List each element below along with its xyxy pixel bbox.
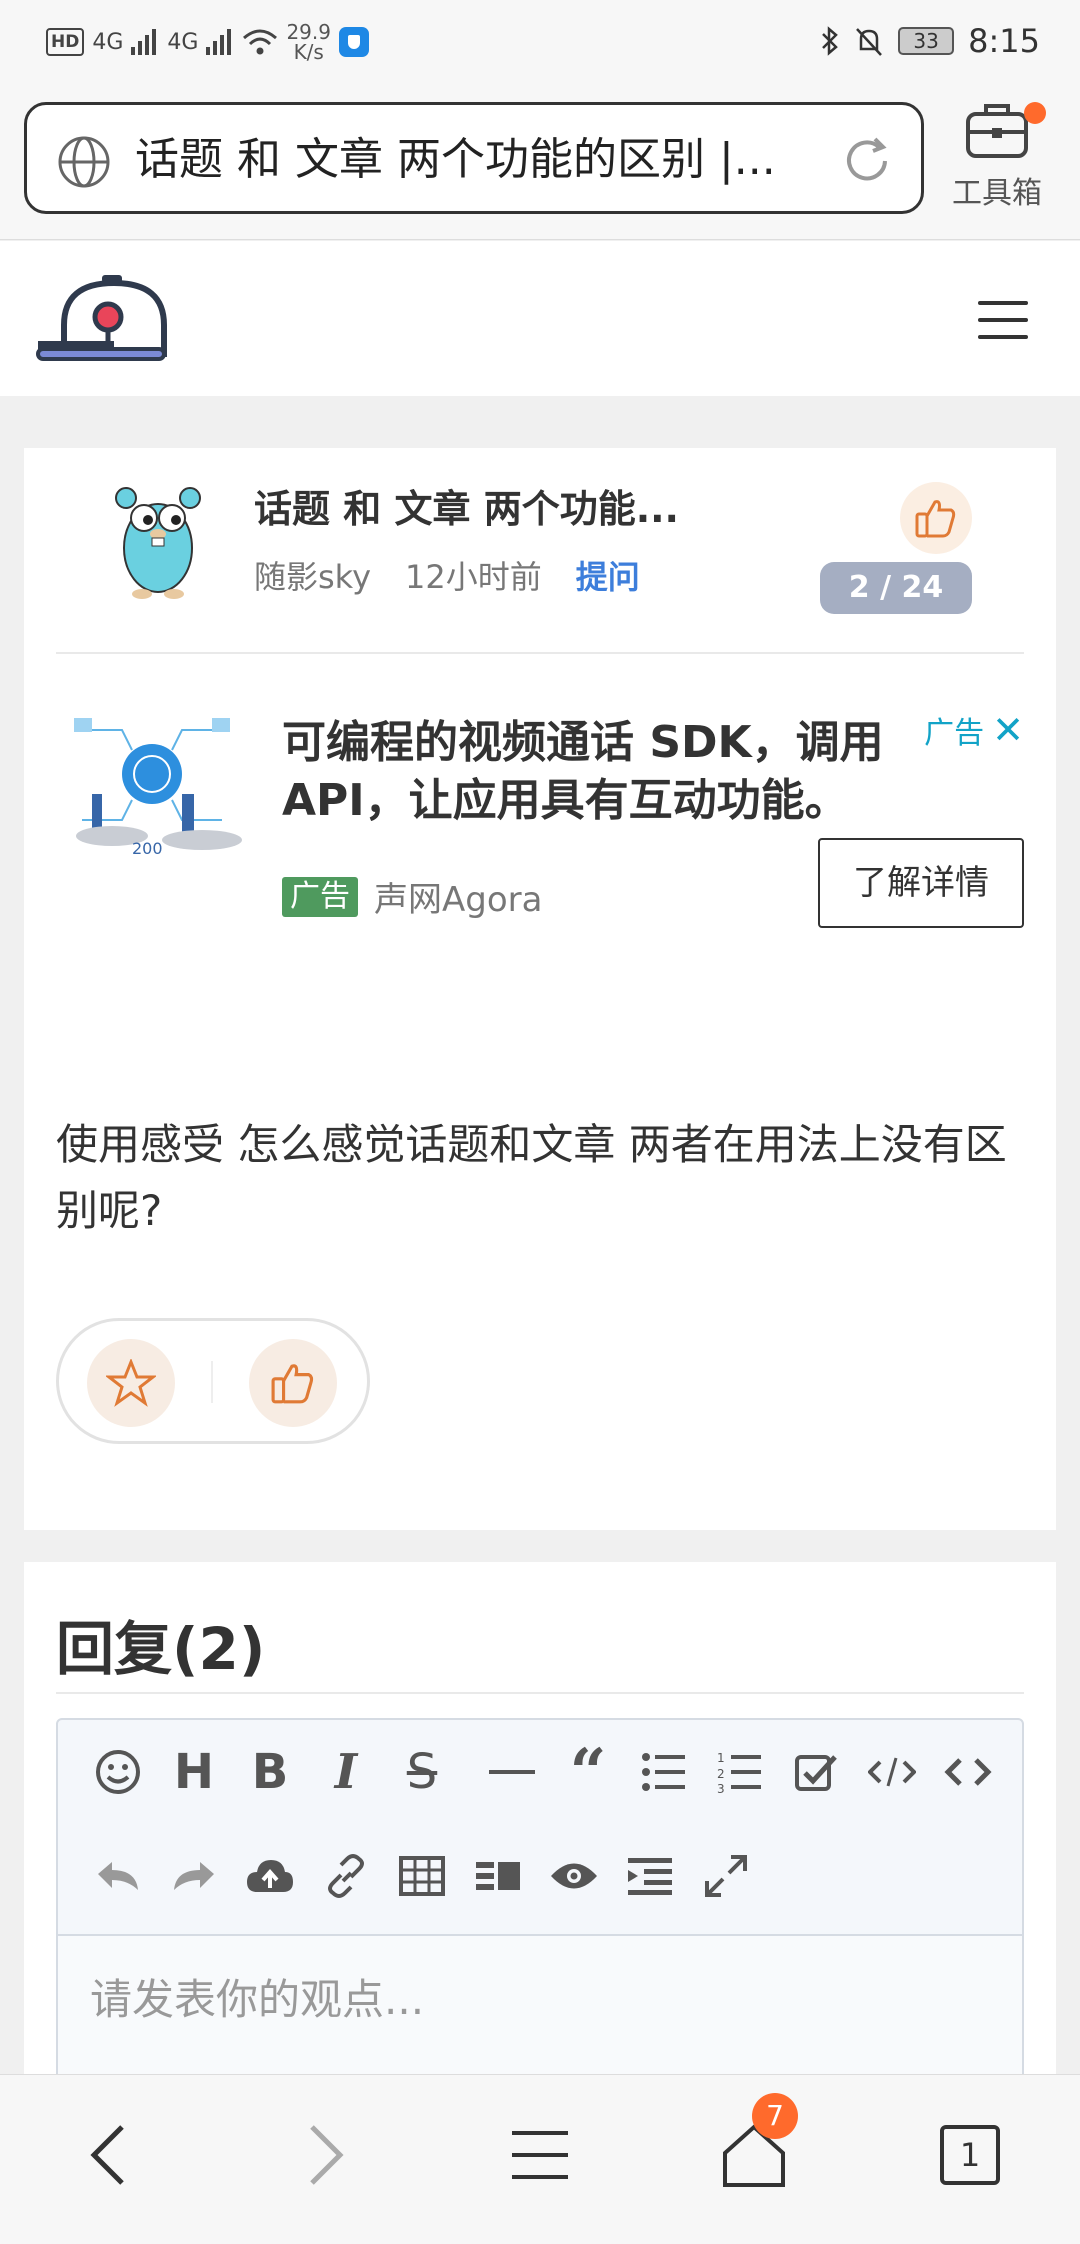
editor-toolbar-row-2: [58, 1824, 1022, 1928]
forward-button[interactable]: [286, 2115, 366, 2195]
inline-code-icon[interactable]: [854, 1734, 930, 1810]
chevron-right-icon: [310, 2125, 344, 2185]
toolbox-label: 工具箱: [952, 176, 1042, 211]
network-speed-unit: K/s: [293, 40, 324, 64]
like-topic-button[interactable]: [249, 1339, 337, 1427]
bold-icon[interactable]: B: [232, 1734, 308, 1810]
upload-icon[interactable]: [232, 1838, 308, 1914]
mute-bell-icon: [856, 28, 883, 56]
menu-button[interactable]: [500, 2115, 580, 2195]
action-separator: [211, 1361, 213, 1403]
notification-dot: [1024, 102, 1046, 124]
status-left: HD 4G 4G 29.9 K/s: [46, 22, 369, 62]
ad-corner: 广告 ✕: [924, 708, 1024, 752]
fullscreen-icon[interactable]: [688, 1838, 764, 1914]
site-logo[interactable]: [34, 275, 190, 365]
quote-icon[interactable]: “: [550, 1734, 626, 1810]
italic-icon[interactable]: I: [308, 1734, 384, 1810]
post-time: 12小时前: [405, 558, 542, 596]
author-name[interactable]: 随影sky: [254, 552, 371, 598]
home-button[interactable]: 7: [714, 2093, 798, 2195]
ad-advertiser: 声网Agora: [374, 880, 543, 920]
bullet-list-icon[interactable]: [626, 1734, 702, 1810]
strikethrough-icon[interactable]: S: [384, 1734, 460, 1810]
hd-indicator: HD: [46, 28, 85, 56]
undo-icon[interactable]: [80, 1838, 156, 1914]
svg-text:3: 3: [717, 1782, 725, 1794]
network-speed: 29.9 K/s: [286, 22, 331, 62]
ordered-list-icon[interactable]: 1 23: [702, 1734, 778, 1810]
reply-divider: [56, 1692, 1024, 1694]
ad-image[interactable]: 200: [72, 710, 262, 860]
category-tag[interactable]: 提问: [576, 552, 640, 598]
learn-more-button[interactable]: 了解详情: [818, 838, 1024, 928]
favorite-button[interactable]: [87, 1339, 175, 1427]
browser-bottom-nav: 7 1: [0, 2074, 1080, 2244]
ad-label: 广告: [282, 876, 358, 917]
close-icon[interactable]: ✕: [992, 708, 1024, 752]
svg-text:2: 2: [717, 1767, 725, 1781]
svg-text:1: 1: [717, 1751, 725, 1765]
wifi-icon: [243, 29, 278, 55]
topic-title[interactable]: 话题 和 文章 两个功能...: [254, 478, 679, 533]
avatar[interactable]: [106, 478, 210, 602]
status-right: 33 8:15: [820, 22, 1040, 60]
network-indicator-2: 4G: [167, 29, 199, 55]
bluetooth-icon: [822, 26, 838, 56]
topic-meta: 随影sky 12小时前 提问: [254, 552, 640, 598]
menu-lines-icon: [512, 2131, 568, 2179]
clock: 8:15: [968, 22, 1040, 60]
globe-icon: [58, 136, 110, 188]
security-shield-icon: [338, 27, 369, 57]
back-button[interactable]: [68, 2115, 148, 2195]
star-icon: [106, 1359, 156, 1407]
signal-icon: [131, 29, 157, 55]
like-button[interactable]: [900, 482, 972, 554]
toolbox-icon: [966, 104, 1028, 158]
svg-text:200: 200: [132, 839, 163, 858]
signal-icon: [206, 29, 232, 55]
browser-address-bar: 话题 和 文章 两个功能的区别 |... 工具箱: [0, 86, 1080, 240]
ad-banner[interactable]: 200 可编程的视频通话 SDK，调用API，让应用具有互动功能。 广告 ✕ 广…: [56, 680, 1024, 930]
checklist-icon[interactable]: [778, 1734, 854, 1810]
reload-icon[interactable]: [839, 133, 895, 189]
network-indicator-1: 4G: [92, 29, 124, 55]
split-view-icon[interactable]: [460, 1838, 536, 1914]
redo-icon[interactable]: [156, 1838, 232, 1914]
chevron-left-icon: [90, 2125, 124, 2185]
thumbs-up-icon: [271, 1364, 314, 1404]
home-badge: 7: [752, 2093, 798, 2139]
link-icon[interactable]: [308, 1838, 384, 1914]
battery-indicator: 33: [898, 27, 955, 55]
topic-body: 使用感受 怎么感觉话题和文章 两者在用法上没有区别呢?: [56, 1120, 1007, 1235]
horizontal-rule-icon[interactable]: [474, 1734, 550, 1810]
table-icon[interactable]: [384, 1838, 460, 1914]
ad-corner-label: 广告: [924, 716, 985, 751]
ad-title[interactable]: 可编程的视频通话 SDK，调用API，让应用具有互动功能。: [282, 714, 942, 830]
thumbs-up-icon: [915, 500, 956, 538]
emoji-icon[interactable]: [80, 1734, 156, 1810]
menu-icon[interactable]: [978, 301, 1028, 352]
tabs-count: 1: [959, 2136, 981, 2174]
ad-footer: 广告 声网Agora: [282, 872, 542, 921]
outline-icon[interactable]: [612, 1838, 688, 1914]
reply-heading: 回复(2): [56, 1615, 266, 1683]
url-field[interactable]: 话题 和 文章 两个功能的区别 |...: [24, 102, 924, 214]
code-block-icon[interactable]: [930, 1734, 1006, 1810]
url-title: 话题 和 文章 两个功能的区别 |...: [135, 135, 776, 185]
tabs-button[interactable]: 1: [930, 2115, 1010, 2195]
site-header: [0, 241, 1080, 396]
preview-eye-icon[interactable]: [536, 1838, 612, 1914]
markdown-editor: H B I S “ 123 请发表你的观点...: [56, 1718, 1024, 2118]
reply-counter: 2 / 24: [820, 562, 972, 614]
topic-card: 话题 和 文章 两个功能... 随影sky 12小时前 提问 2 / 24 20…: [24, 448, 1056, 1530]
status-bar: HD 4G 4G 29.9 K/s 33 8:15: [0, 0, 1080, 86]
network-speed-value: 29.9: [286, 20, 331, 44]
header-divider: [56, 652, 1024, 654]
heading-icon[interactable]: H: [156, 1734, 232, 1810]
editor-toolbar-row-1: H B I S “ 1 23: [58, 1720, 1022, 1824]
toolbox-button[interactable]: 工具箱: [942, 98, 1052, 212]
action-bar: [56, 1318, 370, 1444]
